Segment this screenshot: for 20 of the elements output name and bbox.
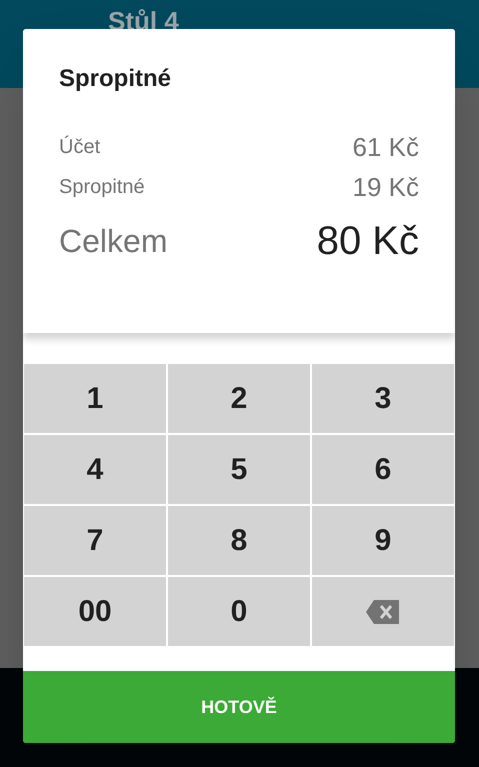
- summary-value: 19 Kč: [352, 170, 419, 204]
- summary-label: Spropitné: [59, 175, 145, 200]
- summary-label: Účet: [59, 134, 100, 160]
- keypad-key[interactable]: 8: [168, 506, 310, 575]
- keypad-key[interactable]: 00: [24, 577, 166, 646]
- keypad-key[interactable]: 7: [24, 506, 166, 575]
- keypad-key[interactable]: 6: [312, 435, 454, 504]
- keypad-key[interactable]: 1: [24, 364, 166, 433]
- summary-value: 80 Kč: [316, 218, 419, 265]
- keypad-key[interactable]: 4: [24, 435, 166, 504]
- keypad-key[interactable]: 2: [168, 364, 310, 433]
- keypad-key[interactable]: 5: [168, 435, 310, 504]
- keypad-key[interactable]: 0: [168, 577, 310, 646]
- keypad-key[interactable]: 9: [312, 506, 454, 575]
- dialog-title: Spropitné: [59, 64, 172, 94]
- backspace-icon: [365, 598, 401, 626]
- keypad-key[interactable]: 3: [312, 364, 454, 433]
- backspace-key[interactable]: [312, 577, 454, 646]
- summary-value: 61 Kč: [352, 130, 419, 164]
- summary-label: Celkem: [59, 222, 168, 261]
